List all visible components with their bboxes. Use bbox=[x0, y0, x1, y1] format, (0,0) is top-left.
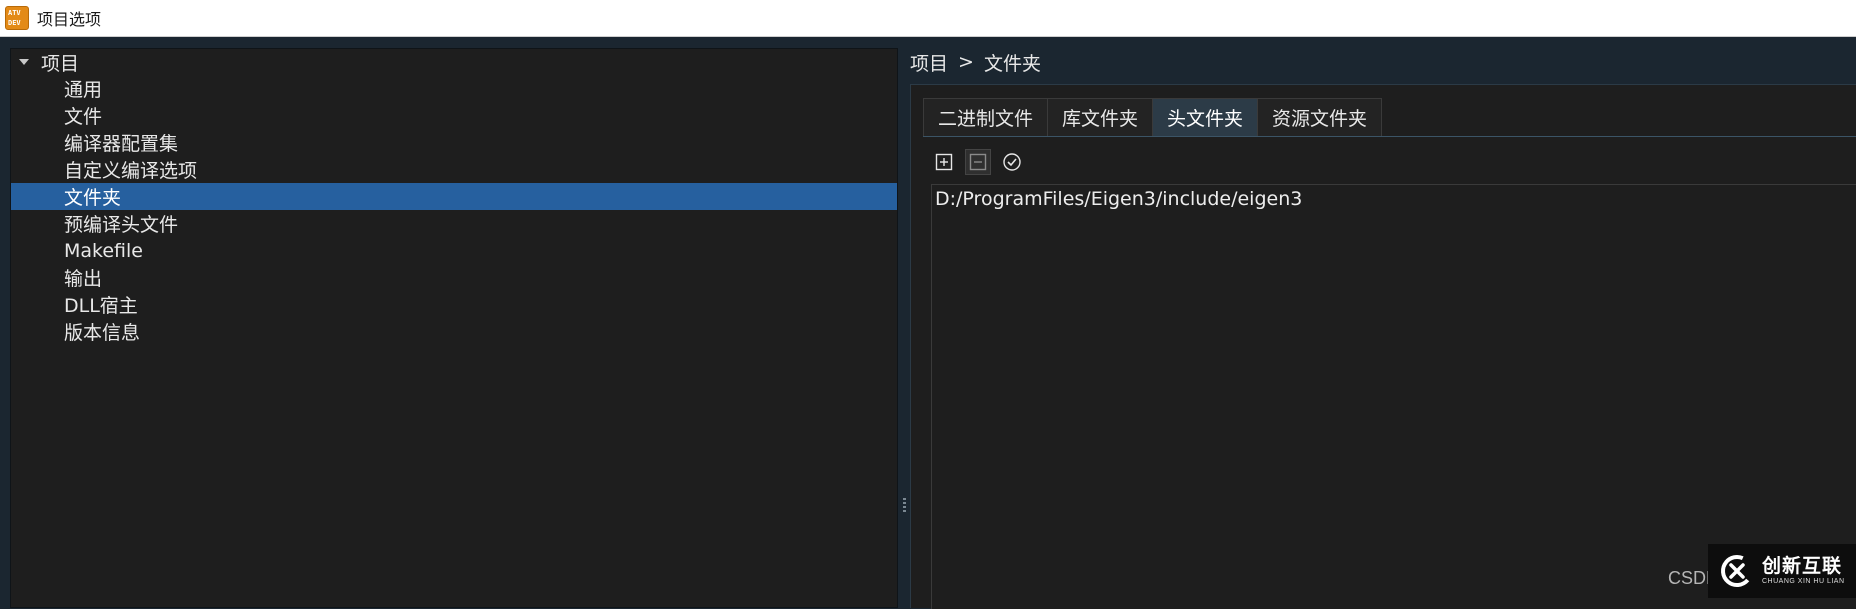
app-icon: ATV DEV bbox=[5, 6, 29, 30]
tab-binary-files[interactable]: 二进制文件 bbox=[923, 98, 1049, 136]
tree-item-precompiled-header[interactable]: 预编译头文件 bbox=[11, 210, 897, 237]
tab-resource-folders[interactable]: 资源文件夹 bbox=[1257, 98, 1383, 136]
window-title: 项目选项 bbox=[37, 10, 102, 29]
folders-page: 二进制文件 库文件夹 头文件夹 资源文件夹 D:/ProgramFiles/Ei… bbox=[910, 84, 1856, 609]
tree-item-general[interactable]: 通用 bbox=[11, 75, 897, 102]
add-folder-button[interactable] bbox=[931, 149, 957, 175]
tree-item-makefile[interactable]: Makefile bbox=[11, 237, 897, 264]
tree-item-output[interactable]: 输出 bbox=[11, 264, 897, 291]
tree-item-folders[interactable]: 文件夹 bbox=[11, 183, 897, 210]
tree-item-label: DLL宿主 bbox=[64, 295, 138, 317]
tab-label: 头文件夹 bbox=[1167, 108, 1244, 130]
plus-box-icon bbox=[935, 153, 953, 171]
tree-item-label: 文件 bbox=[64, 106, 103, 128]
brand-logo-icon bbox=[1721, 555, 1753, 587]
folder-toolbar bbox=[931, 149, 1025, 175]
remove-folder-button[interactable] bbox=[965, 149, 991, 175]
list-item[interactable]: D:/ProgramFiles/Eigen3/include/eigen3 bbox=[932, 185, 1856, 213]
minus-box-icon bbox=[969, 153, 987, 171]
validate-folders-button[interactable] bbox=[999, 149, 1025, 175]
folder-tabs: 二进制文件 库文件夹 头文件夹 资源文件夹 bbox=[923, 98, 1383, 136]
tree-item-label: 编译器配置集 bbox=[64, 133, 179, 155]
tree-item-label: Makefile bbox=[64, 239, 143, 262]
breadcrumb-parent: 项目 bbox=[910, 52, 949, 75]
tab-bar-divider bbox=[923, 136, 1856, 137]
tree-item-label: 通用 bbox=[64, 79, 103, 101]
check-circle-icon bbox=[1003, 153, 1021, 171]
tab-header-folders[interactable]: 头文件夹 bbox=[1152, 98, 1259, 136]
options-tree-panel: 项目 通用 文件 编译器配置集 自定义编译选项 文件夹 预编译头文件 Makef… bbox=[10, 48, 898, 608]
breadcrumb: 项目 > 文件夹 bbox=[910, 48, 1041, 76]
tree-item-files[interactable]: 文件 bbox=[11, 102, 897, 129]
watermark-logo-en: CHUANG XIN HU LIAN bbox=[1762, 577, 1845, 585]
tab-library-folders[interactable]: 库文件夹 bbox=[1047, 98, 1154, 136]
tree-item-version-info[interactable]: 版本信息 bbox=[11, 318, 897, 345]
app-icon-text-bottom: DEV bbox=[8, 19, 21, 27]
expand-arrow-icon[interactable] bbox=[19, 59, 29, 65]
tab-label: 二进制文件 bbox=[938, 108, 1034, 130]
app-icon-text-top: ATV bbox=[8, 9, 21, 17]
tree-item-label: 预编译头文件 bbox=[64, 214, 179, 236]
tab-label: 库文件夹 bbox=[1062, 108, 1139, 130]
watermark-logo: 创新互联 CHUANG XIN HU LIAN bbox=[1708, 544, 1856, 598]
settings-content-panel: 项目 > 文件夹 二进制文件 库文件夹 头文件夹 资源文件夹 D:/Progra… bbox=[910, 48, 1856, 609]
window-titlebar: ATV DEV 项目选项 bbox=[0, 0, 1856, 37]
tree-item-label: 自定义编译选项 bbox=[64, 160, 198, 182]
breadcrumb-current: 文件夹 bbox=[983, 52, 1041, 75]
tree-root-label: 项目 bbox=[41, 52, 80, 75]
tree-item-custom-compile-options[interactable]: 自定义编译选项 bbox=[11, 156, 897, 183]
splitter-grip-icon[interactable] bbox=[903, 498, 906, 514]
tree-item-compiler-set[interactable]: 编译器配置集 bbox=[11, 129, 897, 156]
watermark-logo-cn: 创新互联 bbox=[1762, 554, 1843, 577]
tab-label: 资源文件夹 bbox=[1272, 108, 1368, 130]
tree-item-dll-host[interactable]: DLL宿主 bbox=[11, 291, 897, 318]
tree-item-label: 版本信息 bbox=[64, 322, 141, 344]
tree-root-project[interactable]: 项目 bbox=[11, 49, 897, 75]
tree-item-label: 文件夹 bbox=[64, 187, 122, 209]
breadcrumb-separator: > bbox=[958, 51, 974, 73]
tree-item-label: 输出 bbox=[64, 268, 103, 290]
folder-path: D:/ProgramFiles/Eigen3/include/eigen3 bbox=[935, 188, 1303, 210]
